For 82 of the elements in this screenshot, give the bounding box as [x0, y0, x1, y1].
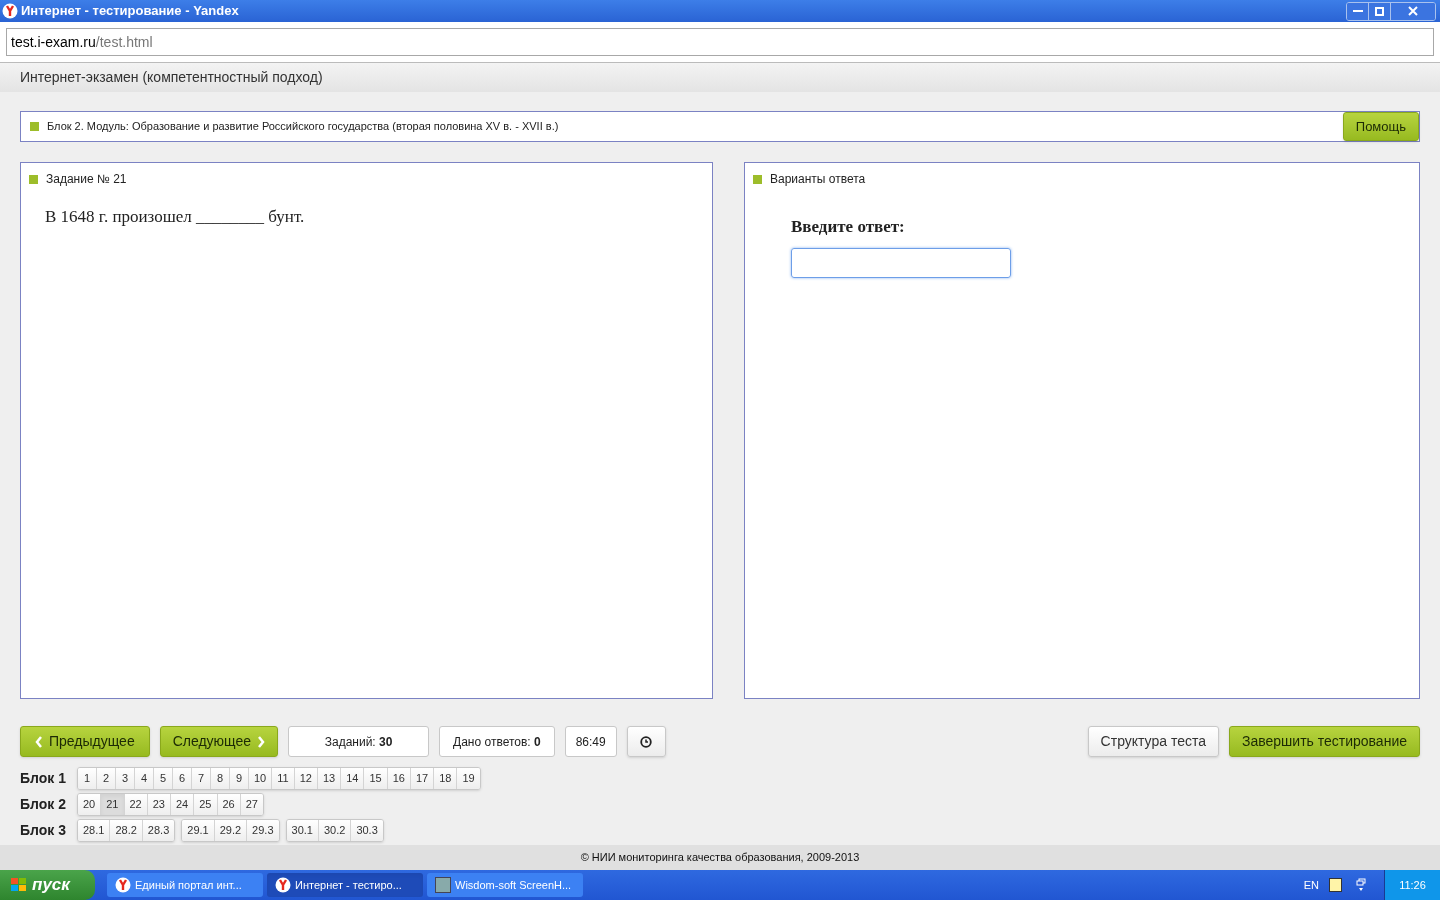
question-number-button[interactable]: 7	[192, 768, 211, 789]
question-number-button[interactable]: 24	[171, 794, 195, 815]
question-number-button[interactable]: 30.1	[286, 820, 319, 841]
chevron-left-icon	[35, 735, 43, 748]
chevron-right-icon	[257, 735, 266, 748]
start-button[interactable]: пуск	[0, 870, 95, 900]
bullet-icon	[29, 174, 38, 184]
restore-button[interactable]	[1369, 2, 1391, 20]
question-number-button[interactable]: 3	[116, 768, 135, 789]
bullet-icon	[753, 174, 762, 184]
browser-logo-icon	[115, 877, 131, 893]
help-icon	[1329, 878, 1342, 892]
question-number-button[interactable]: 18	[434, 768, 458, 789]
question-number-button[interactable]: 15	[364, 768, 388, 789]
question-number-button[interactable]: 28.1	[78, 820, 111, 841]
structure-button[interactable]: Структура теста	[1087, 726, 1219, 757]
taskbar-item[interactable]: Wisdom-soft ScreenH...	[427, 873, 583, 897]
page-header: Интернет-экзамен (компетентностный подход)	[20, 68, 323, 87]
question-number-button[interactable]: 21	[101, 794, 125, 815]
question-number-button[interactable]: 20	[78, 794, 102, 815]
windows-logo-icon	[10, 877, 28, 893]
network-icon	[1356, 878, 1366, 892]
question-number-button[interactable]: 16	[387, 768, 411, 789]
clock-tray: 11:26	[1384, 870, 1440, 900]
question-number-button[interactable]: 29.3	[247, 820, 279, 841]
window-title: Интернет - тестирование - Yandex	[21, 2, 239, 21]
question-number-button[interactable]: 30.3	[351, 820, 383, 841]
answer-field[interactable]	[791, 247, 1011, 278]
question-number-button[interactable]: 30.2	[318, 820, 352, 841]
question-number-button[interactable]: 13	[317, 768, 342, 789]
question-number-button[interactable]: 4	[135, 768, 154, 789]
question-text: В 1648 г. произошел ________ бунт.	[45, 206, 306, 228]
next-button[interactable]: Следующее	[159, 726, 279, 757]
bullet-icon	[30, 122, 39, 131]
minimize-button[interactable]	[1347, 2, 1369, 20]
help-button[interactable]: Помощь	[1342, 112, 1419, 141]
question-number-button[interactable]: 8	[211, 768, 230, 789]
question-number-button[interactable]: 10	[249, 768, 273, 789]
question-number-button[interactable]: 12	[294, 768, 318, 789]
answer-prompt: Введите ответ:	[791, 216, 906, 238]
panel-title: Задание № 21	[46, 171, 127, 188]
question-number-button[interactable]: 9	[230, 768, 249, 789]
url-text: test.i-exam.ru/test.html	[11, 32, 153, 52]
question-number-button[interactable]: 29.1	[182, 820, 215, 841]
question-number-button[interactable]: 19	[457, 768, 480, 789]
question-number-button[interactable]: 27	[240, 794, 263, 815]
question-number-button[interactable]: 28.2	[110, 820, 143, 841]
browser-logo-icon	[275, 877, 291, 893]
question-number-button[interactable]: 6	[173, 768, 192, 789]
app-icon	[435, 877, 451, 893]
footer-copyright: © НИИ мониторинга качества образования, 2009-2013	[580, 850, 860, 866]
question-number-button[interactable]: 5	[154, 768, 173, 789]
question-number-button[interactable]: 28.3	[142, 820, 175, 841]
module-title: Блок 2. Модуль: Образование и развитие Российского государства (вторая половина XV в. - XVII в.)	[47, 119, 559, 135]
taskbar-item[interactable]: Единый портал инт...	[107, 873, 263, 897]
language-indicator: EN	[1303, 877, 1319, 893]
block-label: Блок 1	[20, 769, 67, 788]
question-number-button[interactable]: 17	[410, 768, 435, 789]
question-number-button[interactable]: 29.2	[214, 820, 248, 841]
panel-title: Варианты ответа	[770, 171, 866, 188]
clock-button[interactable]	[626, 726, 666, 757]
question-number-button[interactable]: 2	[97, 768, 116, 789]
question-number-button[interactable]: 25	[194, 794, 218, 815]
clock-icon	[640, 735, 653, 748]
previous-button[interactable]: Предыдущее	[20, 726, 150, 757]
timer-display: 86:49	[564, 726, 617, 757]
finish-button[interactable]: Завершить тестирование	[1229, 726, 1420, 757]
answers-count: Дано ответов: 0	[439, 726, 555, 757]
block-label: Блок 2	[20, 795, 67, 814]
question-number-button[interactable]: 14	[341, 768, 365, 789]
browser-logo-icon	[2, 3, 18, 19]
close-button[interactable]	[1391, 2, 1435, 20]
question-number-button[interactable]: 11	[272, 768, 295, 789]
question-number-button[interactable]: 23	[147, 794, 171, 815]
block-label: Блок 3	[20, 821, 67, 840]
question-number-button[interactable]: 1	[78, 768, 97, 789]
address-field[interactable]: test.i-exam.ru/test.html	[6, 28, 1434, 56]
question-number-button[interactable]: 22	[124, 794, 148, 815]
taskbar-item[interactable]: Интернет - тестиро...	[267, 873, 423, 897]
tasks-count: Заданий: 30	[288, 726, 430, 757]
question-number-button[interactable]: 26	[217, 794, 241, 815]
close-icon	[1408, 6, 1418, 16]
